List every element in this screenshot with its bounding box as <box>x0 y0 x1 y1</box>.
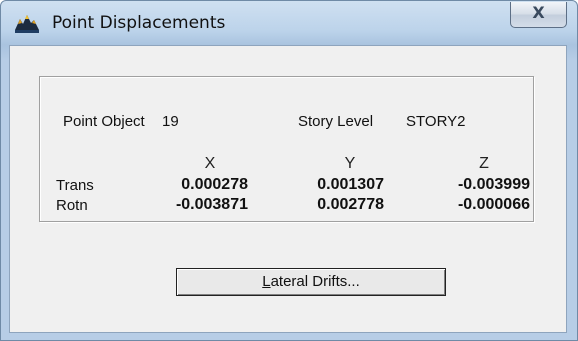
trans-z-value: -0.003999 <box>457 176 530 193</box>
rotn-z-value: -0.000066 <box>457 196 530 213</box>
close-button[interactable]: X <box>510 2 567 28</box>
lateral-drifts-label: ateral Drifts... <box>270 273 360 290</box>
row-label-trans: Trans <box>56 177 94 194</box>
column-header-x: X <box>204 155 216 172</box>
rotn-y-value: 0.002778 <box>317 196 384 213</box>
column-header-z: Z <box>479 155 489 172</box>
trans-x-value: 0.000278 <box>181 176 248 193</box>
mountain-app-icon <box>15 15 39 33</box>
close-icon: X <box>532 3 545 22</box>
displacement-group-box: Point Object 19 Story Level STORY2 X Y Z… <box>39 76 534 222</box>
column-header-y: Y <box>344 155 356 172</box>
lateral-drifts-button[interactable]: Lateral Drifts... <box>176 268 446 296</box>
rotn-x-value: -0.003871 <box>175 196 248 213</box>
point-displacements-dialog: Point Displacements X Point Object 19 St… <box>0 0 578 341</box>
lateral-drifts-mnemonic: L <box>262 273 271 290</box>
dialog-client-area: Point Object 19 Story Level STORY2 X Y Z… <box>9 45 567 333</box>
trans-y-value: 0.001307 <box>317 176 384 193</box>
row-label-rotn: Rotn <box>56 197 88 214</box>
window-title: Point Displacements <box>52 13 226 33</box>
point-object-value: 19 <box>162 113 179 130</box>
story-level-label: Story Level <box>298 113 374 130</box>
title-bar[interactable]: Point Displacements X <box>1 1 577 45</box>
point-object-label: Point Object <box>63 113 145 130</box>
story-level-value: STORY2 <box>406 113 466 130</box>
